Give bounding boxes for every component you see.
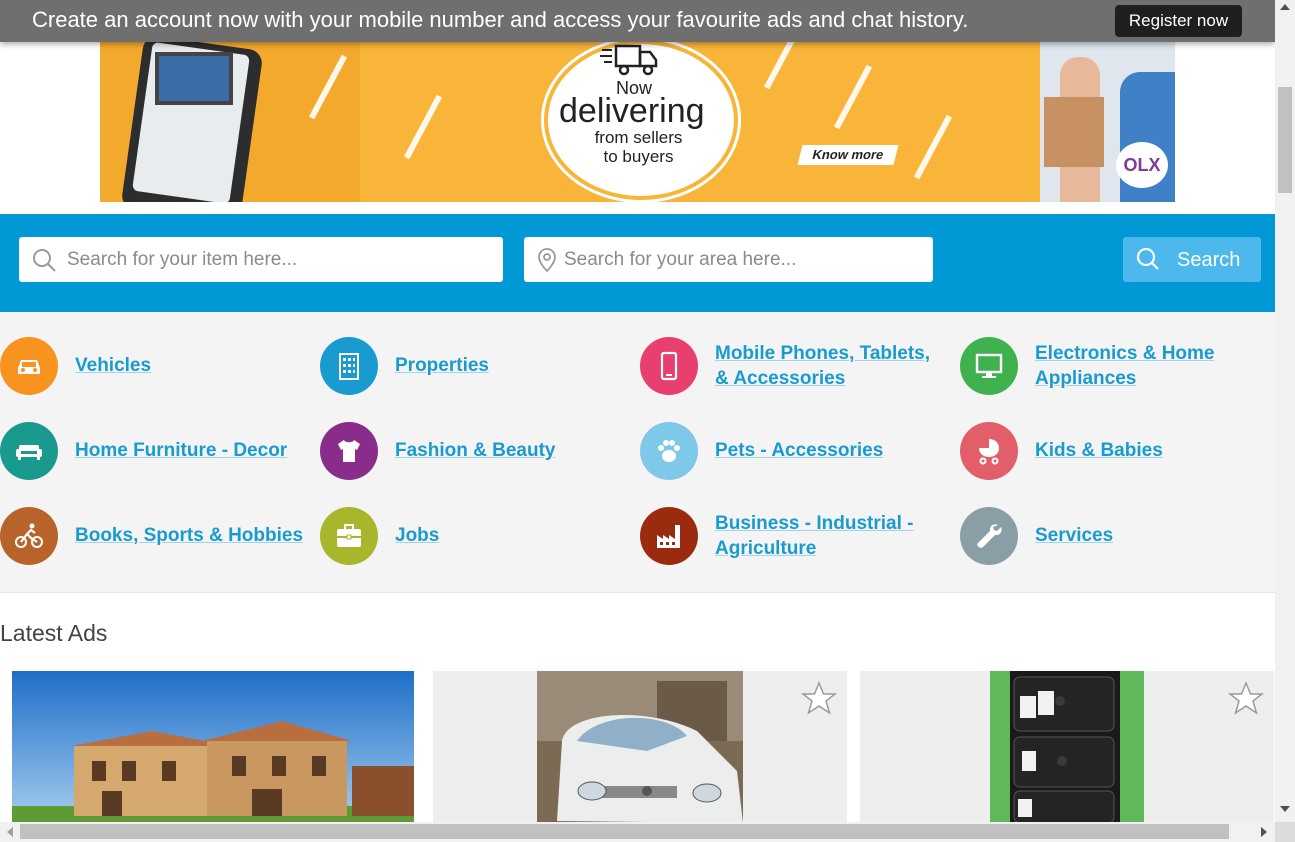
category-fashion-label[interactable]: Fashion & Beauty xyxy=(395,438,555,463)
register-banner: Create an account now with your mobile n… xyxy=(0,0,1275,42)
area-search-box xyxy=(524,237,933,282)
category-mobile-phones[interactable]: Mobile Phones, Tablets, & Accessories xyxy=(640,337,958,397)
category-kids[interactable]: Kids & Babies xyxy=(960,422,1275,482)
category-pets-label[interactable]: Pets - Accessories xyxy=(715,438,883,463)
ad-card[interactable] xyxy=(6,671,420,822)
category-electronics-bubble xyxy=(960,337,1018,395)
register-now-button[interactable]: Register now xyxy=(1115,5,1242,37)
search-button-label: Search xyxy=(1177,249,1241,271)
category-jobs[interactable]: Jobs xyxy=(320,507,638,567)
item-search-input[interactable] xyxy=(67,237,491,282)
paw-icon xyxy=(658,440,680,462)
white-car-photo xyxy=(537,671,743,822)
villa-photo xyxy=(12,671,414,822)
category-properties-bubble xyxy=(320,337,378,395)
promo-banner[interactable]: Now delivering from sellers to buyers Kn… xyxy=(100,42,1175,202)
banner-subtext: from sellers to buyers xyxy=(594,128,683,166)
sofa-icon xyxy=(16,445,42,460)
vertical-scroll-thumb[interactable] xyxy=(1278,87,1292,193)
page-viewport: Create an account now with your mobile n… xyxy=(0,0,1275,822)
category-fashion[interactable]: Fashion & Beauty xyxy=(320,422,638,482)
stroller-icon xyxy=(979,439,999,465)
category-kids-label[interactable]: Kids & Babies xyxy=(1035,438,1163,463)
banner-stripe xyxy=(913,114,953,180)
category-books-sports-label[interactable]: Books, Sports & Hobbies xyxy=(75,523,303,548)
category-electronics[interactable]: Electronics & Home Appliances xyxy=(960,337,1275,397)
category-books-sports-bubble xyxy=(0,507,58,565)
building-icon xyxy=(339,353,359,380)
category-vehicles[interactable]: Vehicles xyxy=(0,337,318,397)
category-business-bubble xyxy=(640,507,698,565)
category-kids-bubble xyxy=(960,422,1018,480)
search-button[interactable]: Search xyxy=(1123,237,1261,282)
search-icon xyxy=(1136,247,1159,270)
mobile-phone-icon xyxy=(660,351,678,381)
search-icon xyxy=(33,249,56,272)
vertical-scrollbar[interactable] xyxy=(1275,0,1295,822)
favorite-star-icon[interactable] xyxy=(801,681,837,717)
search-band: Search xyxy=(0,214,1275,312)
category-services-bubble xyxy=(960,507,1018,565)
category-business[interactable]: Business - Industrial - Agriculture xyxy=(640,507,958,567)
scroll-down-arrow-icon[interactable] xyxy=(1280,806,1290,812)
horizontal-scroll-thumb[interactable] xyxy=(20,824,1229,839)
category-properties-label[interactable]: Properties xyxy=(395,353,489,378)
item-search-box xyxy=(19,237,503,282)
cyclist-icon xyxy=(15,523,43,548)
monitor-icon xyxy=(975,353,1003,378)
banner-headline: delivering xyxy=(559,92,705,130)
category-home-furniture[interactable]: Home Furniture - Decor xyxy=(0,422,318,482)
scroll-left-arrow-icon[interactable] xyxy=(7,827,13,837)
banner-stripe xyxy=(763,42,803,90)
category-home-furniture-bubble xyxy=(0,422,58,480)
category-business-label[interactable]: Business - Industrial - Agriculture xyxy=(715,511,925,561)
banner-laptop-image xyxy=(155,52,233,105)
category-books-sports[interactable]: Books, Sports & Hobbies xyxy=(0,507,318,567)
favorite-star-icon[interactable] xyxy=(1228,681,1264,717)
category-vehicles-bubble xyxy=(0,337,58,395)
category-jobs-label[interactable]: Jobs xyxy=(395,523,439,548)
category-pets-bubble xyxy=(640,422,698,480)
register-message: Create an account now with your mobile n… xyxy=(32,7,969,32)
category-jobs-bubble xyxy=(320,507,378,565)
delivery-truck-icon xyxy=(600,44,658,76)
banner-stripe xyxy=(833,64,873,130)
ad-card[interactable] xyxy=(433,671,847,822)
briefcase-icon xyxy=(337,524,361,547)
category-home-furniture-label[interactable]: Home Furniture - Decor xyxy=(75,438,287,463)
phones-photo xyxy=(990,671,1144,822)
category-fashion-bubble xyxy=(320,422,378,480)
category-properties[interactable]: Properties xyxy=(320,337,638,397)
factory-icon xyxy=(657,525,680,548)
tshirt-icon xyxy=(338,440,360,462)
category-grid: Vehicles Properties Mobile Phones, Table… xyxy=(0,312,1275,592)
category-mobile-phones-bubble xyxy=(640,337,698,395)
category-services[interactable]: Services xyxy=(960,507,1275,567)
banner-stripe xyxy=(403,94,443,160)
area-search-input[interactable] xyxy=(564,237,913,282)
category-services-label[interactable]: Services xyxy=(1035,523,1113,548)
location-pin-icon xyxy=(538,248,556,273)
scrollbar-corner xyxy=(1275,822,1295,842)
car-icon xyxy=(18,360,40,374)
section-divider xyxy=(0,592,1275,593)
category-mobile-phones-label[interactable]: Mobile Phones, Tablets, & Accessories xyxy=(715,341,945,391)
category-electronics-label[interactable]: Electronics & Home Appliances xyxy=(1035,341,1235,391)
category-vehicles-label[interactable]: Vehicles xyxy=(75,353,151,378)
know-more-button[interactable]: Know more xyxy=(797,145,899,165)
category-pets[interactable]: Pets - Accessories xyxy=(640,422,958,482)
horizontal-scrollbar[interactable] xyxy=(0,822,1275,842)
scroll-right-arrow-icon[interactable] xyxy=(1261,827,1267,837)
banner-box-figure xyxy=(1044,97,1104,167)
ad-card[interactable] xyxy=(860,671,1274,822)
wrench-icon xyxy=(977,524,1002,548)
latest-ads-heading: Latest Ads xyxy=(0,620,108,646)
olx-logo: OLX xyxy=(1116,142,1168,188)
scroll-up-arrow-icon[interactable] xyxy=(1280,4,1290,10)
